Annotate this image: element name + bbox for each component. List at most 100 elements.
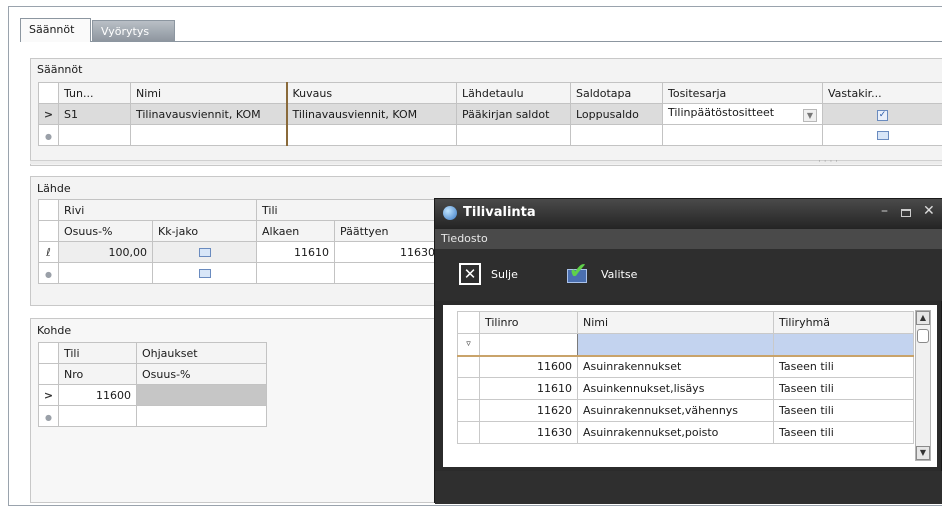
account-selection-dialog: Tilivalinta – ✕ Tiedosto ✕ Sulje ✔ Valit… — [434, 198, 942, 504]
column-header-tilinro[interactable]: Tilinro — [479, 311, 578, 334]
column-header-kk-jako[interactable]: Kk-jako — [151, 220, 258, 242]
cell-saldotapa[interactable]: Loppusaldo — [570, 103, 663, 125]
filter-input-tilinro[interactable] — [479, 333, 578, 356]
rules-grid[interactable]: Tun... Nimi Kuvaus Lähdetaulu Saldotapa … — [38, 82, 942, 146]
new-cell[interactable] — [58, 405, 137, 427]
cell-paattyen[interactable]: 11630 — [334, 241, 442, 263]
new-row[interactable]: ● — [38, 405, 267, 427]
column-header-nimi[interactable]: Nimi — [577, 311, 774, 334]
checkbox-checked-icon[interactable]: ✓ — [877, 110, 888, 121]
cell-nimi[interactable]: Asuinkennukset,lisäys — [577, 377, 774, 400]
cell-tilinro[interactable]: 11630 — [479, 421, 578, 444]
new-row-indicator: ● — [38, 262, 59, 284]
tab-vyorytys[interactable]: Vyörytys — [92, 20, 175, 42]
vertical-scrollbar[interactable]: ▲ ▼ — [915, 310, 931, 461]
close-button[interactable]: ✕ Sulje — [459, 261, 518, 287]
cell-kuvaus[interactable]: Tilinavausviennit, KOM — [285, 103, 457, 125]
column-header-kuvaus[interactable]: Kuvaus — [285, 82, 457, 104]
filter-input-tiliryhma[interactable] — [773, 333, 914, 356]
new-row-indicator: ● — [38, 405, 59, 427]
scroll-down-icon[interactable]: ▼ — [916, 446, 930, 460]
cell-tiliryhma[interactable]: Taseen tili — [773, 377, 914, 400]
cell-nimi[interactable]: Asuinrakennukset,vähennys — [577, 399, 774, 422]
cell-tilinro[interactable]: 11610 — [479, 377, 578, 400]
cell-tunnus[interactable]: S1 — [58, 103, 131, 125]
new-row[interactable]: ● — [38, 124, 942, 146]
table-row[interactable]: 11620 Asuinrakennukset,vähennys Taseen t… — [457, 399, 914, 422]
source-grid[interactable]: Rivi Tili Osuus-% Kk-jako Alkaen Päättye… — [38, 199, 442, 284]
kk-jako-button-icon[interactable] — [198, 268, 211, 278]
column-header-vastakirjaus[interactable]: Vastakir... — [822, 82, 942, 104]
table-row[interactable]: > S1 Tilinavausviennit, KOM Tilinavausvi… — [38, 103, 942, 125]
column-header-tositesarja[interactable]: Tositesarja — [662, 82, 823, 104]
new-cell[interactable] — [58, 262, 153, 284]
table-row[interactable]: 11630 Asuinrakennukset,poisto Taseen til… — [457, 421, 914, 444]
checkbox-icon[interactable] — [876, 130, 889, 140]
new-cell[interactable] — [570, 124, 663, 146]
new-cell[interactable] — [334, 262, 442, 284]
cell-kk-jako[interactable] — [151, 241, 258, 263]
kk-jako-button-icon[interactable] — [198, 247, 211, 257]
account-grid[interactable]: Tilinro Nimi Tiliryhmä ▿ 11600 Asuinrake… — [457, 311, 914, 444]
column-header-paattyen[interactable]: Päättyen — [334, 220, 442, 242]
splitter-grip-icon[interactable]: · · · · — [818, 157, 838, 167]
tab-saannot[interactable]: Säännöt — [20, 18, 91, 42]
column-header-alkaen[interactable]: Alkaen — [256, 220, 336, 242]
minimize-icon[interactable]: – — [881, 203, 888, 219]
table-row[interactable]: ℓ 100,00 11610 11630 — [38, 241, 442, 263]
cell-nimi[interactable]: Asuinrakennukset — [577, 354, 774, 378]
new-cell[interactable] — [58, 124, 131, 146]
new-cell-vastakirjaus[interactable] — [822, 124, 942, 146]
row-indicator — [457, 354, 480, 378]
chevron-down-icon[interactable]: ▼ — [803, 109, 817, 122]
target-grid[interactable]: Tili Ohjaukset Nro Osuus-% > 11600 ● — [38, 342, 267, 427]
column-header-tiliryhma[interactable]: Tiliryhmä — [773, 311, 914, 334]
cell-tilinro[interactable]: 11620 — [479, 399, 578, 422]
new-cell[interactable] — [285, 124, 457, 146]
cell-alkaen[interactable]: 11610 — [256, 241, 336, 263]
new-cell-kk-jako[interactable] — [151, 262, 258, 284]
table-row[interactable]: 11610 Asuinkennukset,lisäys Taseen tili — [457, 377, 914, 400]
filter-row[interactable]: ▿ — [457, 333, 914, 356]
scroll-thumb[interactable] — [917, 329, 929, 343]
column-header-osuus[interactable]: Osuus-% — [58, 220, 153, 242]
splitter[interactable] — [30, 160, 942, 164]
cell-tositesarja[interactable]: Tilinpäätöstositteet ▼ — [662, 103, 823, 125]
row-indicator-header — [38, 220, 59, 242]
maximize-icon[interactable] — [901, 209, 911, 217]
column-header-lahdetaulu[interactable]: Lähdetaulu — [456, 82, 571, 104]
new-cell[interactable] — [136, 405, 267, 427]
account-grid-area: Tilinro Nimi Tiliryhmä ▿ 11600 Asuinrake… — [443, 305, 937, 467]
cell-osuus[interactable]: 100,00 — [58, 241, 153, 263]
column-header-osuus[interactable]: Osuus-% — [136, 363, 267, 385]
cell-nro[interactable]: 11600 — [58, 384, 137, 406]
cell-tilinro[interactable]: 11600 — [479, 354, 578, 378]
cell-nimi[interactable]: Tilinavausviennit, KOM — [130, 103, 287, 125]
scroll-up-icon[interactable]: ▲ — [916, 311, 930, 325]
cell-tiliryhma[interactable]: Taseen tili — [773, 354, 914, 378]
cell-tiliryhma[interactable]: Taseen tili — [773, 399, 914, 422]
new-cell[interactable] — [456, 124, 571, 146]
menu-item-tiedosto[interactable]: Tiedosto — [441, 232, 488, 245]
band-header-tili: Tili — [256, 199, 442, 221]
new-cell[interactable] — [256, 262, 336, 284]
table-row[interactable]: 11600 Asuinrakennukset Taseen tili — [457, 354, 914, 378]
column-header-tunnus[interactable]: Tun... — [58, 82, 131, 104]
cell-lahdetaulu[interactable]: Pääkirjan saldot — [456, 103, 571, 125]
cell-vastakirjaus[interactable]: ✓ — [822, 103, 942, 125]
close-icon[interactable]: ✕ — [923, 203, 935, 219]
table-row[interactable]: > 11600 — [38, 384, 267, 406]
cell-tiliryhma[interactable]: Taseen tili — [773, 421, 914, 444]
new-row[interactable]: ● — [38, 262, 442, 284]
select-button[interactable]: ✔ Valitse — [565, 259, 637, 287]
filter-input-nimi[interactable] — [577, 333, 774, 356]
new-cell[interactable] — [662, 124, 823, 146]
dialog-title-bar[interactable]: Tilivalinta – ✕ — [435, 199, 942, 229]
column-header-nro[interactable]: Nro — [58, 363, 137, 385]
row-indicator — [457, 377, 480, 400]
cell-osuus[interactable] — [136, 384, 267, 406]
column-header-saldotapa[interactable]: Saldotapa — [570, 82, 663, 104]
cell-nimi[interactable]: Asuinrakennukset,poisto — [577, 421, 774, 444]
new-cell[interactable] — [130, 124, 287, 146]
column-header-nimi[interactable]: Nimi — [130, 82, 287, 104]
